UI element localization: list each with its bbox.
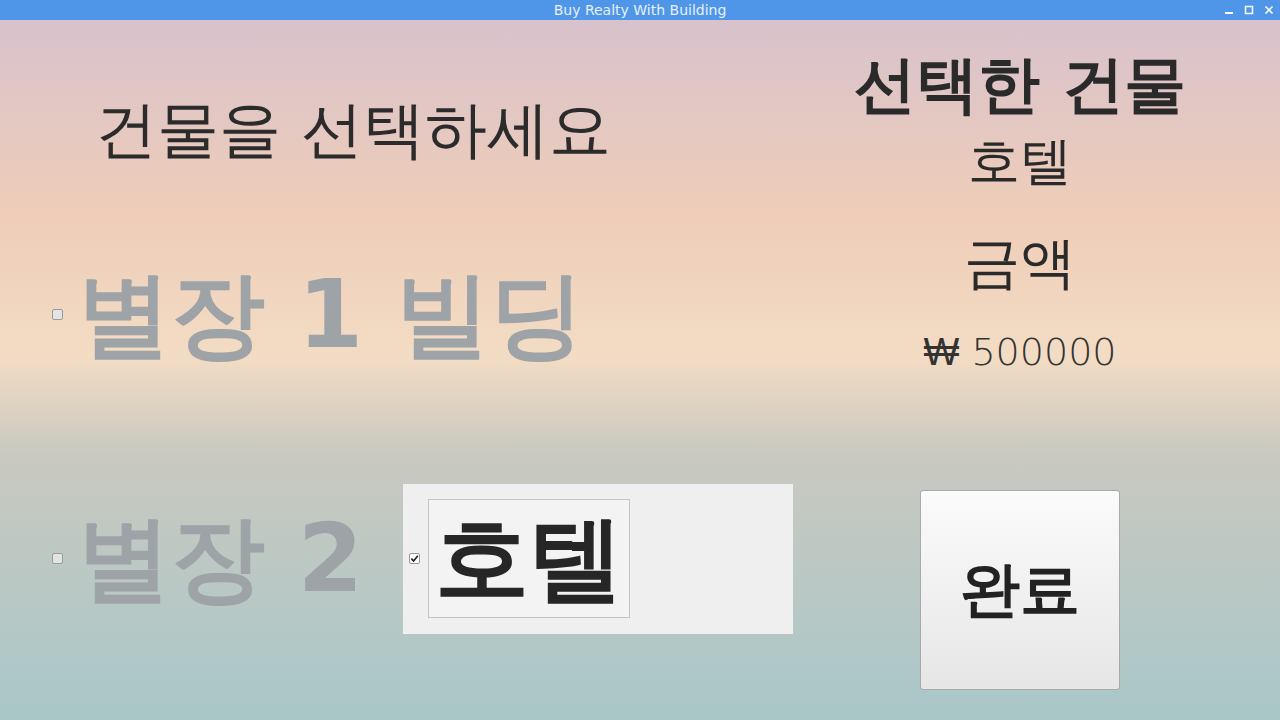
checkbox[interactable] — [52, 553, 63, 564]
building-option[interactable]: 별장 2 — [52, 500, 363, 618]
checkbox[interactable] — [52, 309, 63, 320]
selected-building: 호텔 — [968, 130, 1072, 192]
heading: 건물을 선택하세요 — [0, 96, 860, 164]
option-label[interactable]: 별장 2 — [77, 500, 363, 618]
spacer — [1180, 20, 1280, 720]
summary-panel: 선택한 건물호텔금액₩ 500000완료 — [860, 20, 1180, 720]
option-label[interactable]: 별장 1 빌딩 — [77, 256, 584, 374]
check-icon — [410, 554, 419, 563]
window-title: Buy Realty With Building — [554, 0, 727, 20]
summary-title: 선택한 건물 — [854, 48, 1186, 122]
done-button[interactable]: 완료 — [920, 490, 1120, 690]
checkbox[interactable] — [409, 553, 420, 564]
building-option[interactable]: 호텔 — [403, 484, 793, 634]
selection-panel: 건물을 선택하세요별장 1 빌딩별장 2 호텔 — [0, 20, 860, 720]
close-icon[interactable] — [1264, 5, 1274, 15]
maximize-icon[interactable] — [1244, 5, 1254, 15]
price-label: 금액 — [964, 229, 1076, 296]
title-bar: Buy Realty With Building — [0, 0, 1280, 20]
option-label[interactable]: 호텔 — [428, 499, 630, 619]
option-row: 별장 1 빌딩 — [0, 256, 860, 374]
main-area: 건물을 선택하세요별장 1 빌딩별장 2호텔선택한 건물호텔금액₩ 500000… — [0, 20, 1280, 720]
price-value: ₩ 500000 — [923, 330, 1116, 376]
window-controls — [1224, 0, 1274, 20]
building-option[interactable]: 별장 1 빌딩 — [52, 256, 584, 374]
minimize-icon[interactable] — [1224, 5, 1234, 15]
app-window: Buy Realty With Building건물을 선택하세요별장 1 빌딩… — [0, 0, 1280, 720]
option-row: 별장 2 호텔 — [0, 484, 860, 634]
